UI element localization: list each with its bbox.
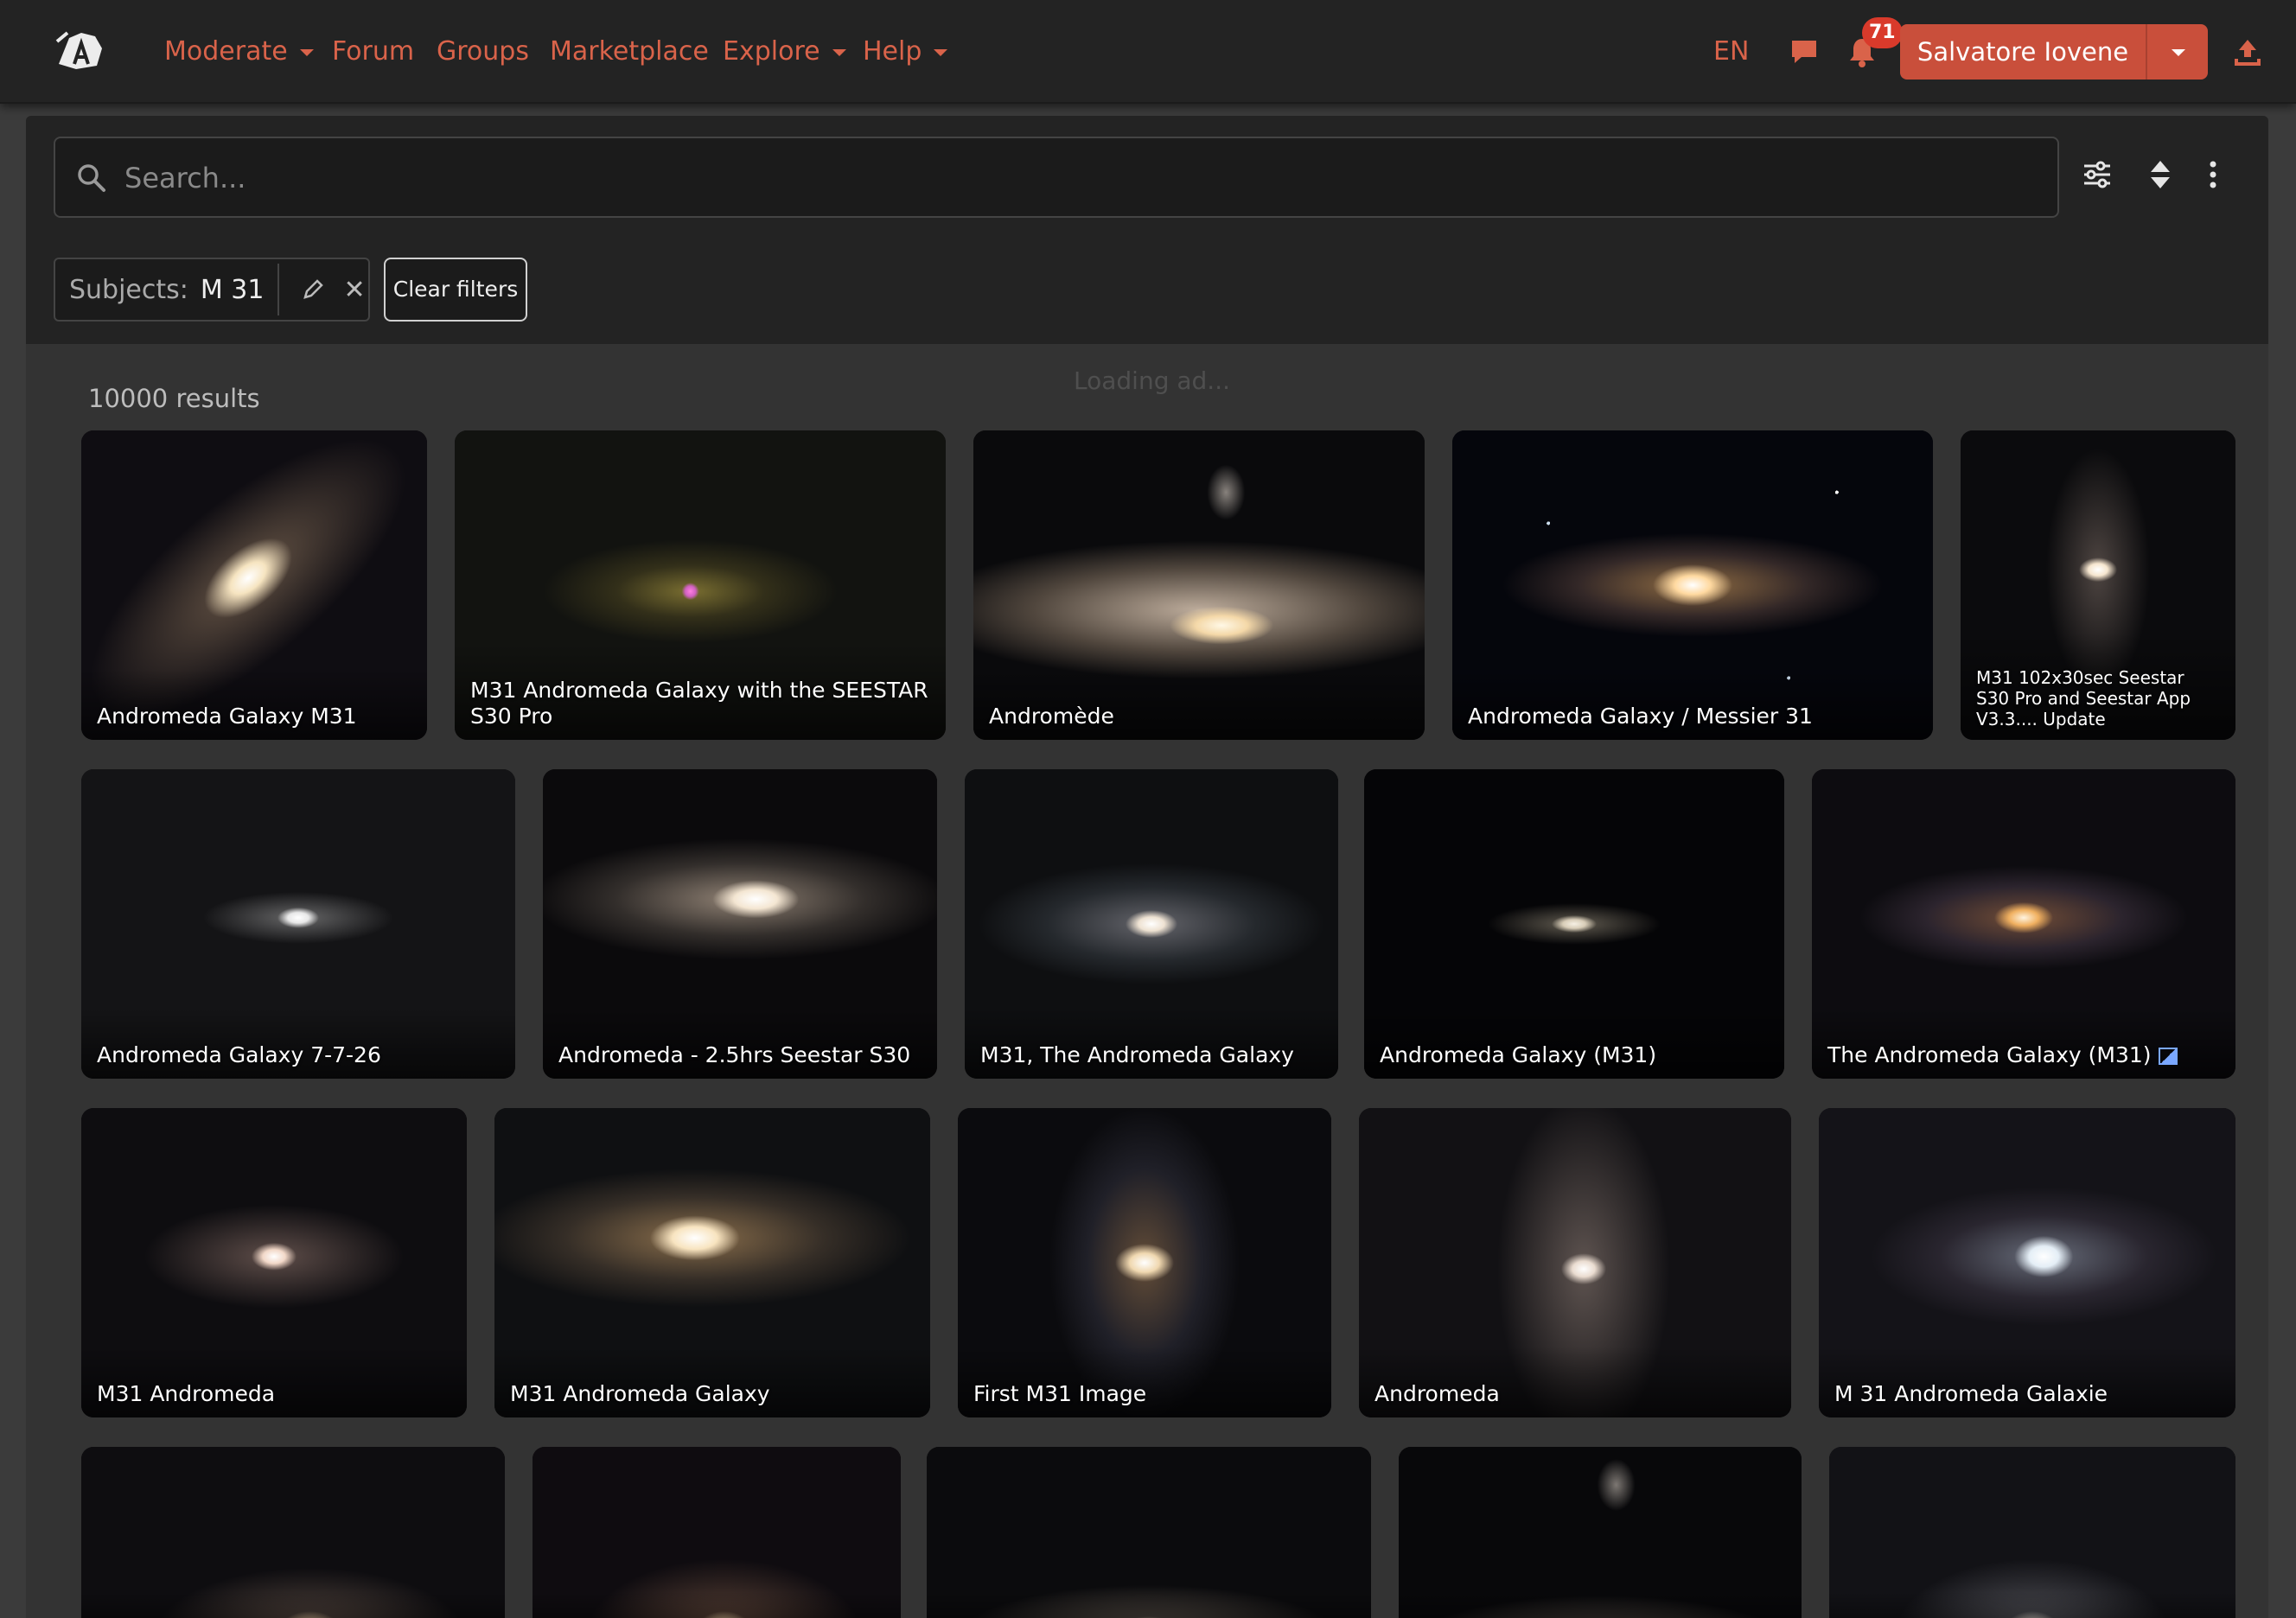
- image-tile[interactable]: Andromeda Galaxy (M31): [1364, 769, 1784, 1079]
- nav-explore[interactable]: Explore: [723, 33, 846, 71]
- image-title: M31, The Andromeda Galaxy: [965, 1008, 1338, 1079]
- image-tile[interactable]: M31 Andromeda: [81, 1108, 467, 1417]
- external-image-icon: [2158, 1048, 2178, 1065]
- image-tile[interactable]: [533, 1447, 901, 1618]
- upload-icon[interactable]: [2234, 36, 2261, 67]
- image-title: Andromède: [973, 669, 1425, 740]
- image-title: Andromeda Galaxy / Messier 31: [1452, 669, 1933, 740]
- chevron-down-icon: [934, 48, 948, 56]
- image-title: First M31 Image: [958, 1347, 1331, 1417]
- image-tile[interactable]: [1829, 1447, 2235, 1618]
- more-options-icon[interactable]: [2208, 159, 2218, 190]
- language-selector[interactable]: EN: [1713, 33, 1749, 71]
- image-title: M31 102x30sec Seestar S30 Pro and Seesta…: [1961, 633, 2235, 740]
- ad-placeholder: Loading ad...: [1074, 366, 1231, 395]
- image-title: [1399, 1592, 1802, 1618]
- image-tile[interactable]: First M31 Image: [958, 1108, 1331, 1417]
- subject-filter-chip: Subjects: M 31 ✕: [54, 258, 370, 322]
- image-title: M31 Andromeda Galaxy with the SEESTAR S3…: [455, 643, 946, 740]
- image-tile[interactable]: [1399, 1447, 1802, 1618]
- image-title: [533, 1592, 901, 1618]
- image-tile[interactable]: Andromeda Galaxy M31: [81, 430, 427, 740]
- nav-moderate[interactable]: Moderate: [164, 33, 314, 71]
- chevron-down-icon: [299, 48, 314, 56]
- chevron-down-icon: [832, 48, 846, 56]
- image-title: The Andromeda Galaxy (M31): [1812, 1008, 2235, 1079]
- astrobin-logo-icon[interactable]: [52, 26, 107, 74]
- image-title: M 31 Andromeda Galaxie: [1819, 1347, 2235, 1417]
- nav-forum[interactable]: Forum: [332, 33, 414, 71]
- image-title: Andromeda Galaxy (M31): [1364, 1008, 1784, 1079]
- messages-icon[interactable]: [1789, 38, 1819, 66]
- image-tile[interactable]: M31, The Andromeda Galaxy: [965, 769, 1338, 1079]
- image-tile[interactable]: M 31 Andromeda Galaxie: [1819, 1108, 2235, 1417]
- user-menu-button[interactable]: Salvatore Iovene: [1900, 24, 2208, 80]
- filter-sliders-icon[interactable]: [2082, 159, 2113, 190]
- image-tile[interactable]: Andromède: [973, 430, 1425, 740]
- image-title: M31 Andromeda Galaxy: [494, 1347, 930, 1417]
- image-title: [81, 1592, 505, 1618]
- image-title: Andromeda Galaxy 7-7-26: [81, 1008, 515, 1079]
- remove-filter-close-icon[interactable]: ✕: [343, 275, 365, 305]
- search-input[interactable]: [124, 154, 2026, 202]
- image-tile[interactable]: [927, 1447, 1371, 1618]
- subject-filter-value: M 31: [200, 274, 265, 305]
- divider: [277, 264, 280, 315]
- image-title: [927, 1592, 1371, 1618]
- image-tile[interactable]: [81, 1447, 505, 1618]
- image-tile[interactable]: M31 Andromeda Galaxy: [494, 1108, 930, 1417]
- image-title: Andromeda - 2.5hrs Seestar S30: [543, 1008, 937, 1079]
- notification-count-badge: 71: [1862, 17, 1903, 48]
- clear-filters-button[interactable]: Clear filters: [384, 258, 527, 322]
- image-tile[interactable]: Andromeda - 2.5hrs Seestar S30: [543, 769, 937, 1079]
- nav-marketplace[interactable]: Marketplace: [550, 33, 709, 71]
- image-tile[interactable]: Andromeda Galaxy 7-7-26: [81, 769, 515, 1079]
- subject-filter-label: Subjects:: [69, 274, 188, 305]
- image-tile[interactable]: The Andromeda Galaxy (M31): [1812, 769, 2235, 1079]
- search-results-panel: Subjects: M 31 ✕ Clear filters 10000 res…: [26, 116, 2268, 1618]
- top-navbar: Moderate Forum Groups Marketplace Explor…: [0, 0, 2296, 104]
- image-tile[interactable]: M31 102x30sec Seestar S30 Pro and Seesta…: [1961, 430, 2235, 740]
- user-menu-dropdown-toggle[interactable]: [2147, 24, 2208, 80]
- search-icon: [78, 164, 105, 192]
- search-box[interactable]: [54, 137, 2059, 218]
- image-title: [1829, 1592, 2235, 1618]
- image-title: M31 Andromeda: [81, 1347, 467, 1417]
- image-tile[interactable]: Andromeda: [1359, 1108, 1791, 1417]
- image-title: Andromeda Galaxy M31: [81, 669, 427, 740]
- image-tile[interactable]: M31 Andromeda Galaxy with the SEESTAR S3…: [455, 430, 946, 740]
- pencil-edit-icon[interactable]: [302, 278, 324, 301]
- sort-icon[interactable]: [2149, 159, 2172, 190]
- user-name[interactable]: Salvatore Iovene: [1900, 24, 2147, 80]
- results-count: 10000 results: [88, 384, 260, 413]
- nav-groups[interactable]: Groups: [437, 33, 529, 71]
- image-tile[interactable]: Andromeda Galaxy / Messier 31: [1452, 430, 1933, 740]
- image-title: Andromeda: [1359, 1347, 1791, 1417]
- nav-help[interactable]: Help: [863, 33, 948, 71]
- filter-area: Subjects: M 31 ✕ Clear filters: [26, 116, 2268, 344]
